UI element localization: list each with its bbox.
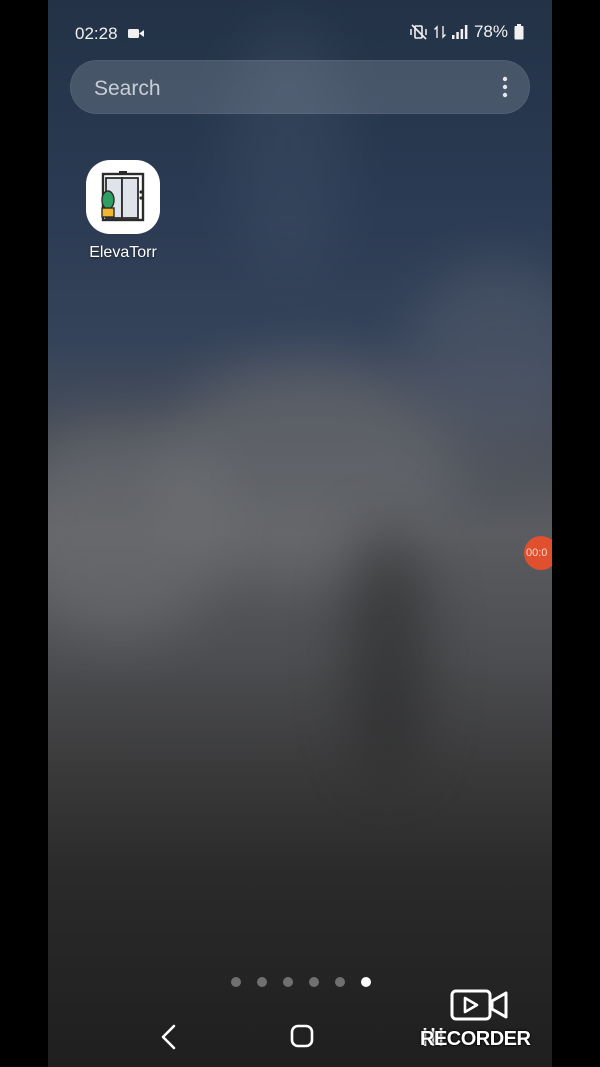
data-arrows-icon	[433, 25, 446, 39]
page-dot[interactable]	[309, 977, 319, 987]
home-screen: 02:28 78% Search ElevaTorr 00:0	[48, 0, 552, 1067]
video-camera-logo-icon	[450, 989, 508, 1021]
recorder-watermark: RECORDER	[420, 988, 538, 1050]
elevator-icon	[101, 171, 145, 222]
app-elevatorr[interactable]: ElevaTorr	[82, 160, 164, 262]
app-label: ElevaTorr	[89, 244, 157, 261]
chevron-left-icon[interactable]	[158, 1024, 180, 1050]
search-input[interactable]	[92, 75, 476, 103]
page-dot-active[interactable]	[361, 977, 371, 987]
search-bar[interactable]	[70, 60, 530, 114]
home-square-icon[interactable]	[290, 1024, 316, 1050]
signal-icon	[451, 25, 468, 39]
battery-icon	[514, 24, 524, 40]
video-record-icon	[128, 29, 144, 38]
wallpaper-blur	[228, 20, 348, 280]
page-dot[interactable]	[231, 977, 241, 987]
page-dot[interactable]	[335, 977, 345, 987]
page-indicator[interactable]	[231, 977, 371, 987]
mute-vibrate-icon	[410, 24, 427, 40]
status-time: 02:28	[75, 24, 118, 43]
wallpaper-blur	[348, 520, 428, 780]
page-dot[interactable]	[257, 977, 267, 987]
recorder-timer-bubble[interactable]: 00:0	[524, 536, 552, 570]
app-tile[interactable]	[86, 160, 160, 234]
watermark-text: RECORDER	[420, 1028, 531, 1050]
more-vert-icon[interactable]	[500, 76, 510, 98]
status-bar: 02:28 78%	[48, 18, 552, 48]
page-dot[interactable]	[283, 977, 293, 987]
battery-percent: 78%	[473, 22, 508, 41]
